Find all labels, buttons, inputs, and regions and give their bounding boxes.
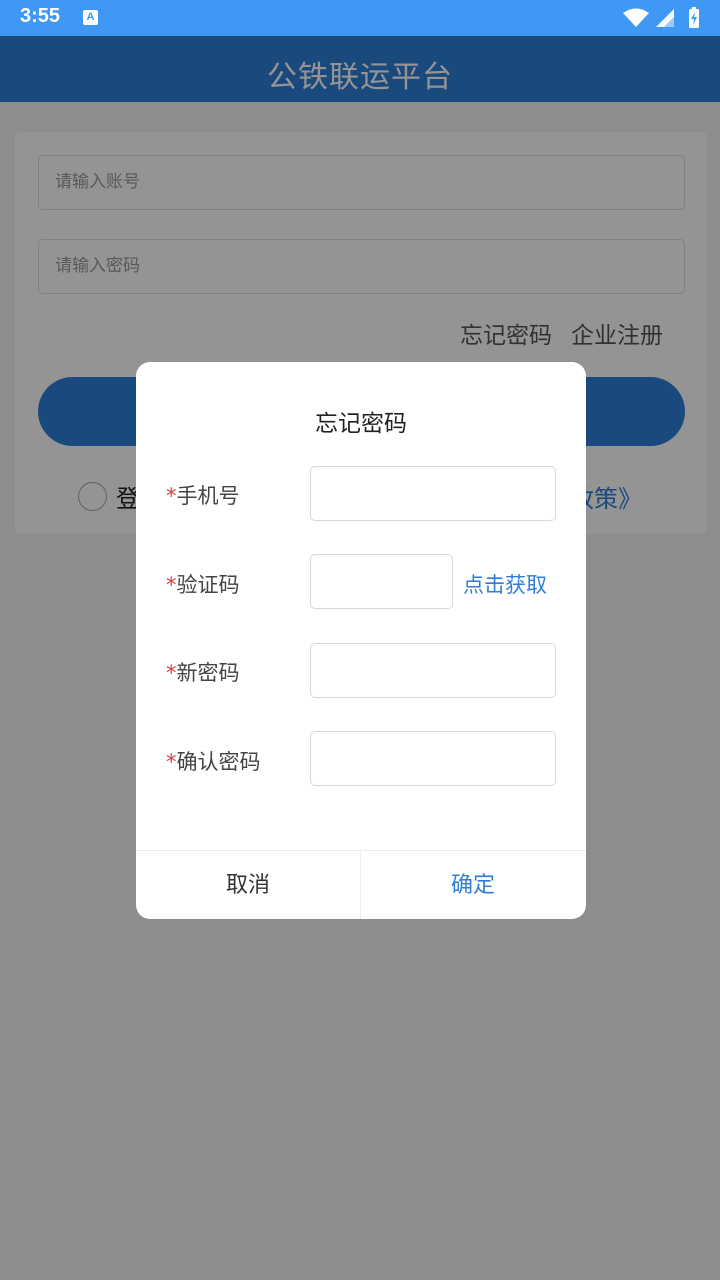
required-mark: * — [166, 750, 177, 774]
required-mark: * — [166, 484, 177, 508]
notification-a-icon: A — [83, 10, 98, 25]
status-icons — [623, 7, 699, 28]
new-password-label: *新密码 — [166, 657, 240, 687]
dialog-title: 忘记密码 — [315, 411, 407, 437]
phone-label: *手机号 — [166, 480, 240, 510]
status-time: 3:55 — [20, 5, 61, 27]
confirm-password-input[interactable] — [310, 731, 556, 786]
code-label: *验证码 — [166, 569, 240, 599]
required-mark: * — [166, 661, 177, 685]
code-label-text: 验证码 — [176, 573, 240, 597]
wifi-icon — [623, 8, 649, 27]
dialog-footer: 取消 确定 — [136, 850, 586, 919]
battery-charging-icon — [689, 7, 699, 28]
phone-input[interactable] — [310, 466, 556, 521]
cancel-button[interactable]: 取消 — [136, 851, 360, 919]
confirm-password-label: *确认密码 — [166, 746, 261, 776]
get-code-button[interactable]: 点击获取 — [463, 569, 547, 599]
required-mark: * — [166, 573, 177, 597]
status-bar: 3:55 A — [0, 0, 720, 36]
confirm-button[interactable]: 确定 — [361, 851, 585, 919]
new-password-label-text: 新密码 — [176, 661, 240, 685]
code-input[interactable] — [310, 554, 453, 609]
forgot-password-dialog: 忘记密码 *手机号 *验证码 点击获取 *新密码 *确认密码 取消 确定 — [136, 362, 586, 919]
phone-label-text: 手机号 — [176, 484, 240, 508]
new-password-input[interactable] — [310, 643, 556, 698]
confirm-password-label-text: 确认密码 — [176, 750, 261, 774]
